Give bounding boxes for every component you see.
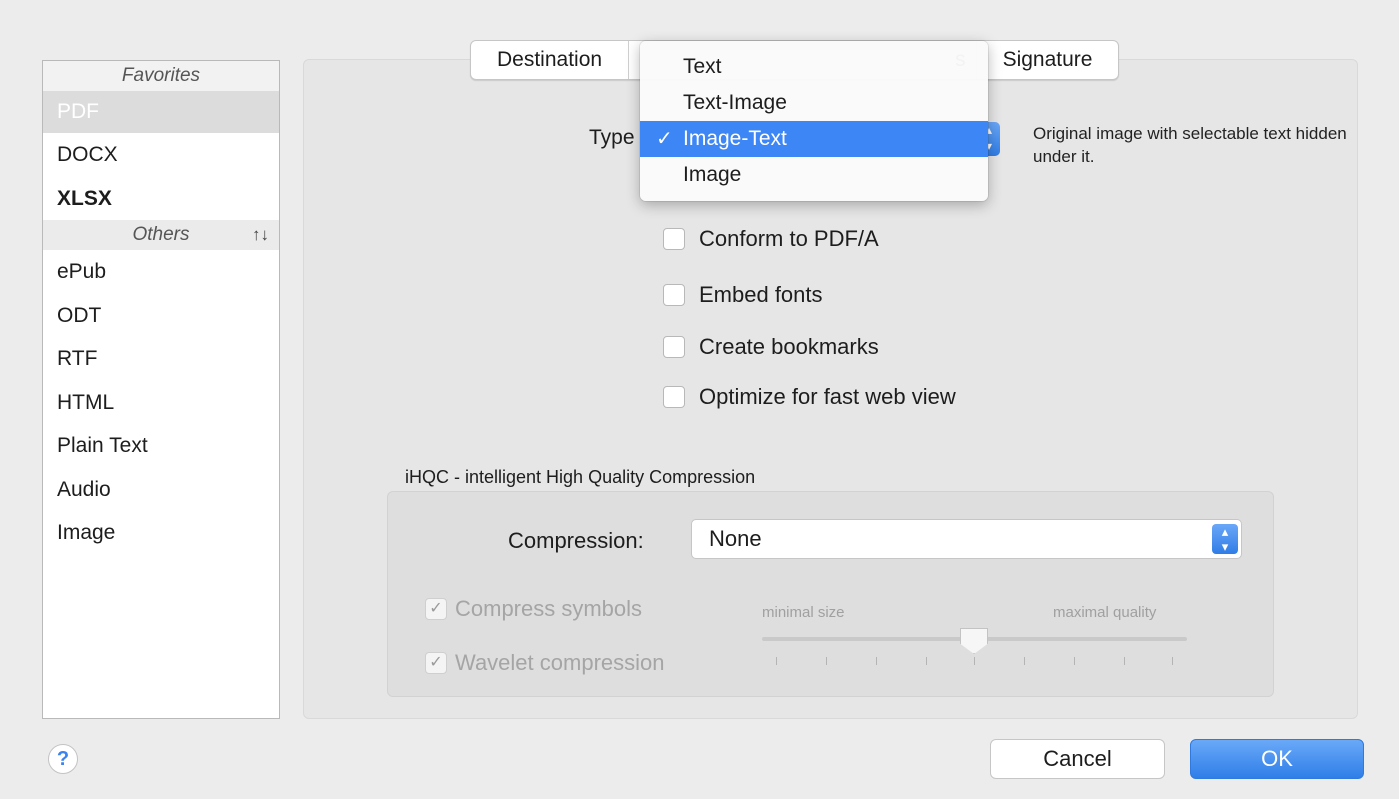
- checkbox-box[interactable]: [663, 284, 685, 306]
- sidebar-item-html[interactable]: HTML: [43, 381, 279, 425]
- wavelet-label: Wavelet compression: [455, 650, 665, 675]
- checkbox-box[interactable]: [663, 336, 685, 358]
- checkbox-label: Embed fonts: [699, 282, 823, 307]
- type-description: Original image with selectable text hidd…: [1033, 124, 1347, 166]
- checkbox-label: Create bookmarks: [699, 334, 879, 359]
- type-option-text-image[interactable]: Text-Image: [640, 85, 988, 121]
- type-label: Type: [589, 126, 635, 149]
- tab-destination[interactable]: Destination: [471, 41, 630, 79]
- compression-value: None: [709, 526, 762, 551]
- sort-arrows-icon[interactable]: ↑↓: [252, 220, 269, 250]
- checkmark-icon: ✓: [656, 128, 673, 150]
- sidebar-item-plain-text[interactable]: Plain Text: [43, 424, 279, 468]
- ok-button[interactable]: OK: [1190, 739, 1364, 779]
- slider-min-label: minimal size: [762, 604, 845, 621]
- favorites-header: Favorites: [43, 61, 279, 91]
- slider-max-label: maximal quality: [1053, 604, 1157, 621]
- others-header: Others ↑↓: [43, 220, 279, 250]
- sidebar-item-audio[interactable]: Audio: [43, 468, 279, 512]
- compress-symbols-checkbox[interactable]: ✓ Compress symbols: [425, 596, 642, 622]
- type-option-image[interactable]: Image: [640, 157, 988, 193]
- sidebar-item-rtf[interactable]: RTF: [43, 337, 279, 381]
- sidebar-item-xlsx[interactable]: XLSX: [43, 177, 279, 221]
- checkbox-label: Optimize for fast web view: [699, 384, 956, 409]
- ihqc-title: iHQC - intelligent High Quality Compress…: [405, 467, 756, 487]
- format-sidebar: Favorites PDF DOCX XLSX Others ↑↓ ePub O…: [42, 60, 280, 719]
- slider-tick: [826, 657, 827, 665]
- slider-tick: [1024, 657, 1025, 665]
- others-header-label: Others: [132, 224, 190, 245]
- sidebar-item-image[interactable]: Image: [43, 511, 279, 555]
- slider-tick: [1074, 657, 1075, 665]
- slider-tick: [776, 657, 777, 665]
- sidebar-item-epub[interactable]: ePub: [43, 250, 279, 294]
- checkbox-box[interactable]: [663, 386, 685, 408]
- wavelet-compression-checkbox[interactable]: ✓ Wavelet compression: [425, 650, 664, 676]
- checkbox-box[interactable]: [663, 228, 685, 250]
- type-option-image-text[interactable]: ✓ Image-Text: [640, 121, 988, 157]
- create-bookmarks-checkbox[interactable]: Create bookmarks: [663, 332, 879, 362]
- sidebar-item-pdf[interactable]: PDF: [43, 91, 279, 133]
- slider-tick: [1124, 657, 1125, 665]
- checkbox-label: Conform to PDF/A: [699, 226, 879, 251]
- slider-tick: [926, 657, 927, 665]
- stepper-icon: ▴ ▾: [1212, 524, 1238, 554]
- compress-symbols-label: Compress symbols: [455, 596, 643, 621]
- slider-tick: [974, 657, 975, 665]
- type-option-label: Image-Text: [683, 127, 787, 150]
- compression-label: Compression:: [508, 528, 644, 553]
- conform-pdfa-checkbox[interactable]: Conform to PDF/A: [663, 224, 879, 254]
- sidebar-item-docx[interactable]: DOCX: [43, 133, 279, 177]
- checkmark-icon[interactable]: ✓: [425, 652, 447, 674]
- sidebar-item-odt[interactable]: ODT: [43, 294, 279, 338]
- help-button[interactable]: ?: [48, 744, 78, 774]
- embed-fonts-checkbox[interactable]: Embed fonts: [663, 280, 823, 310]
- slider-tick: [876, 657, 877, 665]
- type-option-text[interactable]: Text: [640, 49, 988, 85]
- optimize-web-checkbox[interactable]: Optimize for fast web view: [663, 382, 956, 412]
- type-dropdown-menu: Text Text-Image ✓ Image-Text Image: [640, 41, 988, 201]
- tab-signature[interactable]: Signature: [977, 41, 1119, 79]
- compression-select[interactable]: None ▴ ▾: [691, 519, 1242, 559]
- checkmark-icon[interactable]: ✓: [425, 598, 447, 620]
- cancel-button[interactable]: Cancel: [990, 739, 1165, 779]
- slider-tick: [1172, 657, 1173, 665]
